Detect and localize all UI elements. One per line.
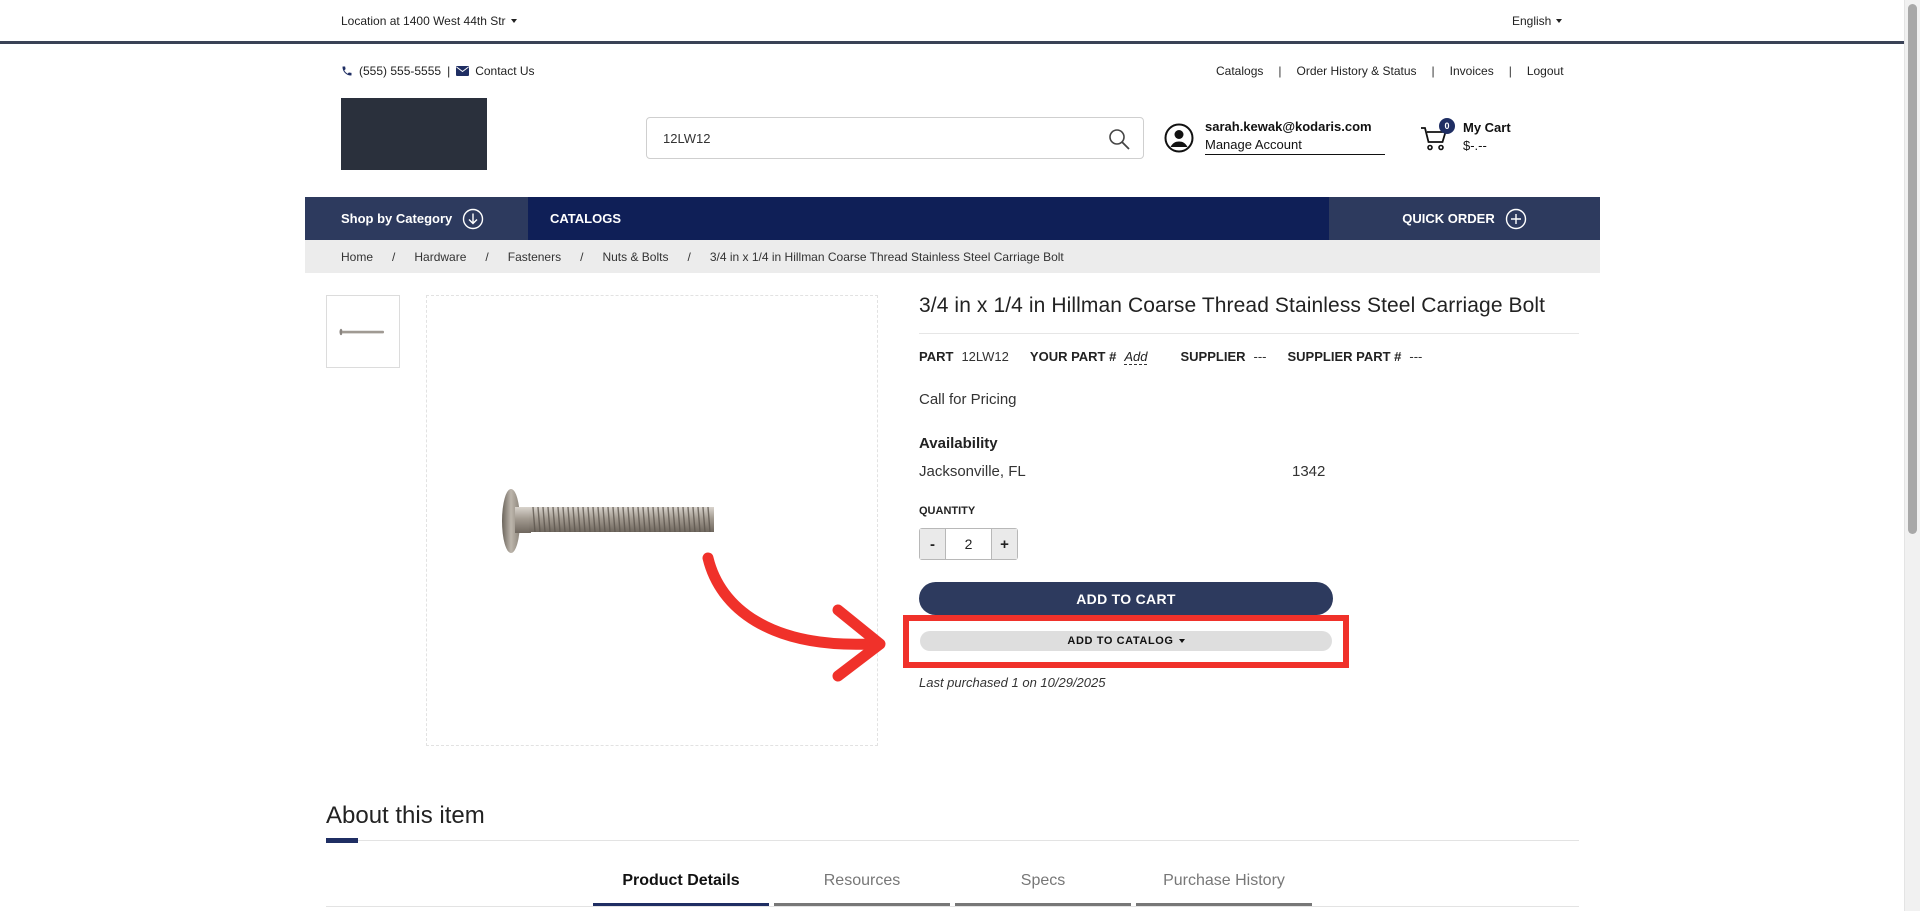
site-logo[interactable]: [341, 98, 487, 170]
product-title: 3/4 in x 1/4 in Hillman Coarse Thread St…: [919, 294, 1546, 317]
contact-bar: (555) 555-5555 | Contact Us: [341, 64, 535, 78]
product-thumbnail[interactable]: [326, 295, 400, 368]
cart-widget[interactable]: 0 My Cart $-.--: [1420, 118, 1530, 158]
tab-product-details[interactable]: Product Details: [593, 870, 769, 906]
quantity-increase-button[interactable]: +: [992, 529, 1017, 559]
your-part-add-link[interactable]: Add: [1124, 349, 1148, 365]
tab-purchase-history[interactable]: Purchase History: [1136, 870, 1312, 906]
location-label: Location at 1400 West 44th Str: [341, 14, 506, 28]
caret-down-icon: [1178, 639, 1185, 643]
last-purchased-text: Last purchased 1 on 10/29/2025: [919, 675, 1106, 690]
phone-icon: [342, 66, 352, 76]
breadcrumb-separator: /: [392, 249, 396, 264]
user-icon: [1164, 123, 1194, 153]
breadcrumb-hardware[interactable]: Hardware: [414, 250, 466, 264]
part-label: PART: [919, 349, 954, 364]
quantity-heading: QUANTITY: [919, 505, 976, 517]
page: Location at 1400 West 44th Str English (…: [0, 0, 1904, 911]
invoices-link[interactable]: Invoices: [1450, 64, 1494, 78]
quantity-stepper: - 2 +: [919, 528, 1018, 560]
plus-circle-icon: [1505, 208, 1526, 229]
about-heading: About this item: [326, 802, 485, 829]
breadcrumb-separator: /: [687, 249, 691, 264]
page-scrollbar[interactable]: [1904, 0, 1920, 911]
breadcrumb-nuts-bolts[interactable]: Nuts & Bolts: [602, 250, 668, 264]
search-input[interactable]: 12LW12: [663, 131, 710, 146]
location-selector[interactable]: Location at 1400 West 44th Str: [341, 14, 517, 28]
manage-account-link[interactable]: Manage Account: [1205, 137, 1385, 155]
your-part-label: YOUR PART #: [1029, 349, 1117, 364]
scrollbar-thumb[interactable]: [1908, 4, 1917, 534]
availability-quantity: 1342: [1292, 463, 1326, 480]
bolt-thumbnail-image: [339, 328, 384, 336]
tab-panel-border: [326, 906, 1579, 907]
envelope-icon: [456, 66, 470, 76]
breadcrumb-separator: /: [580, 249, 584, 264]
about-accent-bar: [326, 838, 358, 843]
supplier-value: ---: [1253, 349, 1267, 364]
breadcrumb-fasteners[interactable]: Fasteners: [508, 250, 561, 264]
account-links: Catalogs | Order History & Status | Invo…: [1216, 64, 1564, 78]
about-tabs: Product Details Resources Specs Purchase…: [593, 870, 1312, 906]
pricing-text: Call for Pricing: [919, 391, 1017, 408]
supplier-part-value: ---: [1409, 349, 1423, 364]
supplier-part-label: SUPPLIER PART #: [1287, 349, 1402, 364]
link-separator: |: [1278, 64, 1282, 78]
caret-down-icon: [510, 19, 517, 23]
tab-specs[interactable]: Specs: [955, 870, 1131, 906]
link-separator: |: [1508, 64, 1512, 78]
quick-order-button[interactable]: QUICK ORDER: [1329, 197, 1600, 240]
add-to-catalog-button[interactable]: ADD TO CATALOG: [920, 631, 1332, 651]
availability-heading: Availability: [919, 435, 998, 452]
shop-by-category-label: Shop by Category: [341, 211, 453, 226]
cart-title: My Cart: [1463, 120, 1511, 135]
caret-down-icon: [1556, 19, 1563, 23]
contact-separator: |: [447, 64, 451, 78]
add-to-cart-button[interactable]: ADD TO CART: [919, 582, 1333, 615]
breadcrumb: Home / Hardware / Fasteners / Nuts & Bol…: [305, 240, 1600, 273]
search-icon[interactable]: [1107, 127, 1131, 151]
arrow-down-circle-icon: [463, 208, 484, 229]
order-history-link[interactable]: Order History & Status: [1297, 64, 1417, 78]
about-divider: [326, 840, 1579, 841]
cart-amount: $-.--: [1463, 138, 1487, 153]
title-divider: [919, 333, 1579, 334]
breadcrumb-home[interactable]: Home: [341, 250, 373, 264]
language-label: English: [1512, 14, 1552, 28]
shop-by-category-button[interactable]: Shop by Category: [305, 197, 528, 240]
tab-resources[interactable]: Resources: [774, 870, 950, 906]
account-email: sarah.kewak@kodaris.com: [1205, 119, 1372, 134]
search-box[interactable]: 12LW12: [646, 117, 1144, 159]
top-bar: Location at 1400 West 44th Str English: [0, 0, 1904, 44]
quantity-input[interactable]: 2: [945, 529, 992, 559]
annotation-arrow-icon: [702, 552, 886, 682]
account-widget[interactable]: sarah.kewak@kodaris.com Manage Account: [1164, 118, 1385, 158]
cart-count-badge: 0: [1439, 118, 1455, 134]
supplier-label: SUPPLIER: [1180, 349, 1246, 364]
phone-number[interactable]: (555) 555-5555: [359, 64, 441, 78]
availability-location: Jacksonville, FL: [919, 463, 1026, 480]
catalogs-link[interactable]: Catalogs: [1216, 64, 1263, 78]
part-value: 12LW12: [961, 349, 1009, 364]
language-selector[interactable]: English: [1512, 14, 1563, 28]
logout-link[interactable]: Logout: [1527, 64, 1564, 78]
quantity-decrease-button[interactable]: -: [920, 529, 945, 559]
part-info-row: PART 12LW12 YOUR PART # Add SUPPLIER ---…: [919, 349, 1443, 365]
link-separator: |: [1431, 64, 1435, 78]
main-nav: Shop by Category CATALOGS QUICK ORDER: [305, 197, 1600, 240]
quick-order-label: QUICK ORDER: [1402, 211, 1495, 226]
contact-us-link[interactable]: Contact Us: [475, 64, 534, 78]
nav-catalogs-link[interactable]: CATALOGS: [550, 197, 621, 240]
breadcrumb-separator: /: [485, 249, 489, 264]
breadcrumb-current: 3/4 in x 1/4 in Hillman Coarse Thread St…: [709, 249, 1064, 264]
add-to-catalog-label: ADD TO CATALOG: [1067, 635, 1174, 647]
